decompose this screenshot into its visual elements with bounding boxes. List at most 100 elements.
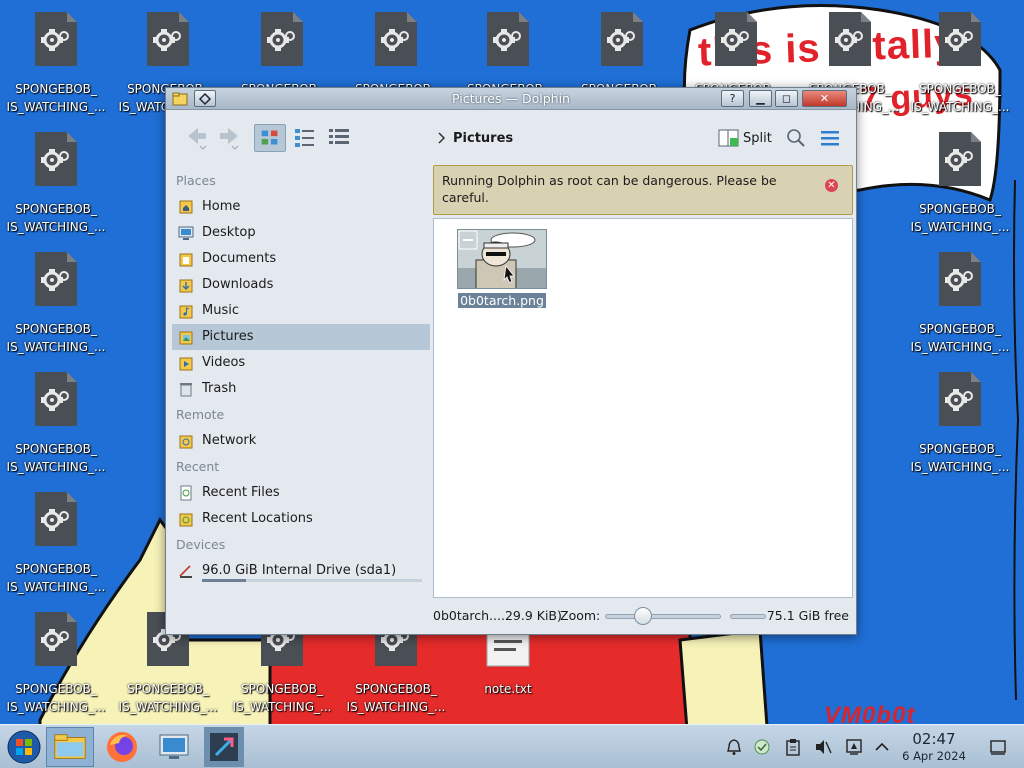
file-name[interactable]: 0b0tarch.png bbox=[458, 293, 546, 308]
system-settings-icon[interactable] bbox=[152, 727, 196, 767]
desktop-file-label: SPONGEBOB_ IS_WATCHING_... bbox=[910, 202, 1010, 234]
desktop-file[interactable]: SPONGEBOB_ IS_WATCHING_... bbox=[904, 370, 1016, 476]
executable-file-icon bbox=[35, 372, 77, 426]
places-item-home[interactable]: Home bbox=[172, 194, 430, 220]
desktop-file[interactable]: SPONGEBOB_ IS_WATCHING_... bbox=[0, 130, 112, 236]
breadcrumb-pictures[interactable]: Pictures bbox=[453, 131, 513, 159]
free-space-bar bbox=[730, 614, 766, 619]
desktop-file-label: note.txt bbox=[484, 682, 532, 696]
desktop-file[interactable]: SPONGEBOB_ IS_WATCHING_... bbox=[904, 250, 1016, 356]
places-item-network[interactable]: Network bbox=[172, 428, 430, 454]
volume-muted-icon[interactable] bbox=[814, 738, 832, 756]
desktop-icon bbox=[178, 226, 194, 240]
places-item-videos[interactable]: Videos bbox=[172, 350, 430, 376]
desktop-file[interactable]: SPONGEBOB_ IS_WATCHING_... bbox=[0, 250, 112, 356]
places-item-label: Home bbox=[202, 199, 241, 214]
desktop-file-label: SPONGEBOB_ IS_WATCHING_... bbox=[910, 442, 1010, 474]
executable-file-icon bbox=[147, 12, 189, 66]
desktop-file-label: SPONGEBOB_ IS_WATCHING_... bbox=[910, 82, 1010, 114]
zoom-slider-handle[interactable] bbox=[634, 607, 653, 625]
file-manager-icon[interactable] bbox=[46, 727, 94, 767]
file-item[interactable]: 0b0tarch.png bbox=[454, 229, 550, 309]
network-folder-icon bbox=[179, 435, 193, 449]
executable-file-icon bbox=[35, 492, 77, 546]
executable-file-icon bbox=[829, 12, 871, 66]
monitor-icon[interactable] bbox=[845, 738, 863, 756]
places-item-recent[interactable]: Recent Files bbox=[172, 480, 430, 506]
places-item-recent[interactable]: Recent Locations bbox=[172, 506, 430, 532]
desktop-file[interactable]: SPONGEBOB_ IS_WATCHING_... bbox=[0, 490, 112, 596]
places-item-documents[interactable]: Documents bbox=[172, 246, 430, 272]
file-view[interactable]: 0b0tarch.png bbox=[433, 218, 853, 598]
trash-icon bbox=[180, 383, 192, 397]
pictures-folder-icon bbox=[179, 331, 193, 345]
places-item-label: Recent Files bbox=[202, 485, 280, 500]
status-bar: 0b0tarch....29.9 KiB) Zoom: 75.1 GiB fre… bbox=[433, 603, 853, 629]
recent-files-icon bbox=[180, 485, 192, 501]
breadcrumb-chevron-icon[interactable] bbox=[436, 124, 448, 152]
desktop-file-label: SPONGEBOB_ IS_WATCHING_... bbox=[6, 442, 106, 474]
desktop-file[interactable]: SPONGEBOB_ IS_WATCHING_... bbox=[904, 10, 1016, 116]
executable-file-icon bbox=[939, 252, 981, 306]
executable-file-icon bbox=[939, 132, 981, 186]
klipper-icon[interactable] bbox=[753, 738, 771, 756]
desktop-file-label: SPONGEBOB_ IS_WATCHING_... bbox=[232, 682, 332, 714]
executable-file-icon bbox=[35, 12, 77, 66]
discover-icon[interactable] bbox=[204, 727, 244, 767]
executable-file-icon bbox=[35, 252, 77, 306]
window-titlebar[interactable]: Pictures — Dolphin ? ▁ ◻ ✕ bbox=[166, 88, 856, 110]
compact-view-icon[interactable] bbox=[292, 124, 318, 152]
clock-date: 6 Apr 2024 bbox=[902, 749, 966, 763]
notifications-icon[interactable] bbox=[725, 738, 743, 756]
desktop-file-label: SPONGEBOB_ IS_WATCHING_... bbox=[6, 322, 106, 354]
close-button[interactable]: ✕ bbox=[802, 90, 847, 107]
downloads-folder-icon bbox=[179, 279, 193, 293]
executable-file-icon bbox=[601, 12, 643, 66]
clock[interactable]: 02:47 6 Apr 2024 bbox=[886, 730, 982, 764]
help-button[interactable]: ? bbox=[721, 90, 744, 107]
places-item-trash[interactable]: Trash bbox=[172, 376, 430, 402]
clock-time: 02:47 bbox=[912, 730, 956, 748]
clipboard-icon[interactable] bbox=[784, 738, 802, 756]
desktop-file[interactable]: SPONGEBOB_ IS_WATCHING_... bbox=[0, 10, 112, 116]
close-banner-icon[interactable]: ✕ bbox=[825, 179, 838, 192]
start-menu-icon[interactable] bbox=[2, 727, 46, 767]
places-group-devices: Devices bbox=[176, 537, 226, 552]
back-icon[interactable] bbox=[184, 124, 210, 152]
desktop-file[interactable]: SPONGEBOB_ IS_WATCHING_... bbox=[0, 370, 112, 476]
places-item-pictures[interactable]: Pictures bbox=[172, 324, 430, 350]
forward-icon[interactable] bbox=[216, 124, 242, 152]
image-thumbnail-icon[interactable] bbox=[457, 229, 547, 289]
places-item-label: Pictures bbox=[202, 329, 254, 344]
desktop-file-label: SPONGEBOB_ IS_WATCHING_... bbox=[6, 82, 106, 114]
desktop-file-label: SPONGEBOB_ IS_WATCHING_... bbox=[6, 562, 106, 594]
zoom-slider[interactable] bbox=[605, 614, 721, 619]
executable-file-icon bbox=[375, 12, 417, 66]
minimize-button[interactable]: ▁ bbox=[749, 90, 772, 107]
executable-file-icon bbox=[939, 12, 981, 66]
places-item-label: Trash bbox=[202, 381, 237, 396]
maximize-button[interactable]: ◻ bbox=[775, 90, 798, 107]
videos-folder-icon bbox=[179, 357, 193, 371]
menu-icon[interactable] bbox=[819, 124, 841, 152]
drive-icon bbox=[179, 565, 192, 578]
desktop-file-label: SPONGEBOB_ IS_WATCHING_... bbox=[6, 202, 106, 234]
split-icon[interactable] bbox=[717, 124, 741, 152]
main-toolbar: Pictures Split bbox=[166, 111, 856, 155]
places-item-960[interactable]: 96.0 GiB Internal Drive (sda1) bbox=[172, 558, 430, 584]
show-desktop-icon[interactable] bbox=[989, 738, 1007, 756]
icons-view-icon[interactable] bbox=[254, 124, 286, 152]
places-item-music[interactable]: Music bbox=[172, 298, 430, 324]
places-item-desktop[interactable]: Desktop bbox=[172, 220, 430, 246]
places-item-label: Downloads bbox=[202, 277, 274, 292]
desktop-file[interactable]: SPONGEBOB_ IS_WATCHING_... bbox=[904, 130, 1016, 236]
executable-file-icon bbox=[939, 372, 981, 426]
firefox-icon[interactable] bbox=[100, 727, 144, 767]
search-icon[interactable] bbox=[785, 124, 807, 152]
split-button[interactable]: Split bbox=[743, 131, 772, 159]
details-view-icon[interactable] bbox=[326, 124, 352, 152]
desktop-file[interactable]: SPONGEBOB_ IS_WATCHING_... bbox=[0, 610, 112, 716]
places-group-remote: Remote bbox=[176, 407, 225, 422]
places-item-downloads[interactable]: Downloads bbox=[172, 272, 430, 298]
places-item-label: Videos bbox=[202, 355, 246, 370]
